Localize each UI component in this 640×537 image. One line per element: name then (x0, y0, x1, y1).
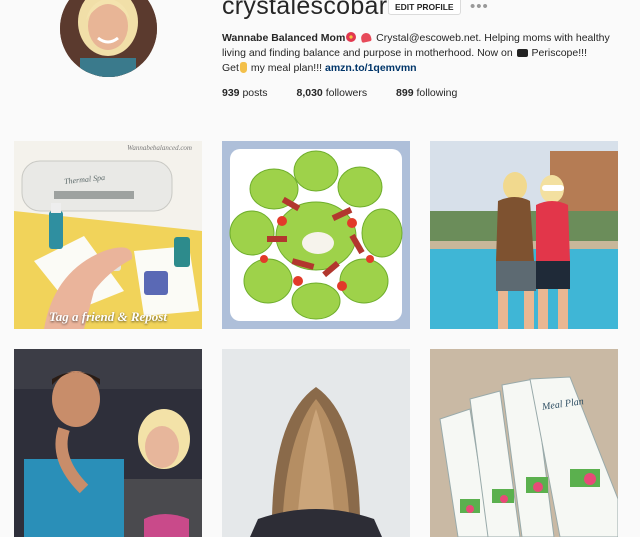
post-image-nail-spa (14, 141, 202, 329)
followers-count: 8,030 (296, 87, 323, 99)
posts-stat: 939 posts (222, 87, 268, 99)
post-thumbnail-meal-plan[interactable]: Meal Plan (430, 349, 618, 537)
post-thumbnail-pool[interactable] (430, 141, 618, 329)
posts-label: posts (242, 87, 268, 99)
post-image-pool (430, 141, 618, 329)
followers-label: followers (325, 87, 368, 99)
post-image-hair (222, 349, 410, 537)
bio-line2-periscope: Periscope!!! (528, 47, 587, 59)
post-thumbnail-couple[interactable] (14, 349, 202, 537)
post-thumbnail-nail-spa[interactable]: Thermal Spa Wannabebalanced.com Tag a fr… (14, 141, 202, 329)
followers-stat[interactable]: 8,030 followers (296, 87, 367, 99)
post-watermark: Wannabebalanced.com (127, 144, 192, 152)
profile-stats: 939 posts 8,030 followers 899 following (222, 87, 483, 99)
bio-line3-get: Get (222, 62, 239, 74)
post-thumbnail-hair[interactable] (222, 349, 410, 537)
post-image-couple (14, 349, 202, 537)
following-label: following (416, 87, 458, 99)
profile-bio: Wannabe Balanced Mom Crystal@escoweb.net… (222, 31, 632, 76)
bio-line2: living and finding balance and purpose i… (222, 47, 513, 59)
more-options-icon[interactable]: ••• (470, 0, 489, 15)
movie-camera-emoji-icon (516, 49, 528, 57)
sparkling-heart-emoji-icon (361, 33, 371, 42)
profile-username: crystalescobar2 (222, 0, 402, 20)
pointing-down-emoji-icon (239, 62, 247, 73)
bio-link[interactable]: amzn.to/1qemvmn (325, 62, 417, 74)
hibiscus-emoji-icon (346, 32, 357, 42)
post-thumbnail-salad[interactable] (222, 141, 410, 329)
post-image-meal-plan (430, 349, 618, 537)
profile-avatar[interactable] (60, 0, 157, 77)
posts-count: 939 (222, 87, 240, 99)
bio-line1: Crystal@escoweb.net. Helping moms with h… (373, 32, 610, 44)
following-count: 899 (396, 87, 414, 99)
edit-profile-button[interactable]: EDIT PROFILE (388, 0, 461, 15)
profile-full-name: Wannabe Balanced Mom (222, 32, 346, 44)
post-image-salad (222, 141, 410, 329)
avatar-photo (60, 0, 157, 77)
post-overlay-text: Tag a friend & Repost (49, 309, 167, 324)
bio-line3-meal-plan: my meal plan!!! (247, 62, 323, 74)
following-stat[interactable]: 899 following (396, 87, 457, 99)
